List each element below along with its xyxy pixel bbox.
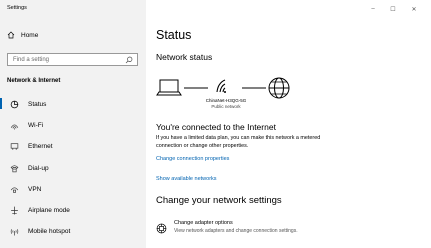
sidebar-item-wifi[interactable]: Wi-Fi xyxy=(0,115,146,135)
adapter-icon xyxy=(156,221,167,234)
sidebar-item-vpn[interactable]: VPN xyxy=(0,179,146,199)
sidebar-item-ethernet[interactable]: Ethernet xyxy=(0,136,146,156)
sidebar-item-mobile-hotspot[interactable]: Mobile hotspot xyxy=(0,221,146,241)
connected-description: If you have a limited data plan, you can… xyxy=(156,135,321,149)
network-name: ChinaNet-H3QG-5G xyxy=(205,98,247,103)
minimize-button[interactable]: – xyxy=(368,6,378,12)
sidebar-item-label: Mobile hotspot xyxy=(28,227,71,235)
vpn-icon xyxy=(10,185,19,194)
sidebar-item-label: VPN xyxy=(28,185,42,193)
home-nav-item[interactable]: Home xyxy=(7,31,38,39)
wifi-signal-icon xyxy=(216,79,226,93)
laptop-icon xyxy=(156,79,182,96)
adapter-description: View network adapters and change connect… xyxy=(174,228,298,234)
sidebar-item-airplane-mode[interactable]: Airplane mode xyxy=(0,200,146,220)
main-content: – ☐ ✕ Status Network status ChinaNet-H3Q… xyxy=(146,0,431,248)
sidebar-item-label: Airplane mode xyxy=(28,206,70,214)
section-title: Network & Internet xyxy=(7,78,61,84)
change-adapter-options[interactable]: Change adapter options View network adap… xyxy=(156,220,298,234)
sidebar-item-dialup[interactable]: Dial-up xyxy=(0,158,146,178)
page-title: Status xyxy=(156,28,192,42)
sidebar-item-label: Wi-Fi xyxy=(28,121,44,129)
app-title: Settings xyxy=(7,5,27,11)
wifi-icon xyxy=(10,121,19,130)
show-available-networks-link[interactable]: Show available networks xyxy=(156,176,217,182)
dialup-icon xyxy=(10,164,19,173)
search-icon[interactable] xyxy=(125,56,133,64)
home-label: Home xyxy=(21,31,39,39)
sidebar-item-label: Status xyxy=(28,100,47,108)
close-button[interactable]: ✕ xyxy=(409,6,419,13)
ethernet-icon xyxy=(10,142,19,151)
connected-heading: You're connected to the Internet xyxy=(156,122,276,132)
home-icon xyxy=(7,31,15,39)
search-placeholder: Find a setting xyxy=(13,56,50,63)
maximize-button[interactable]: ☐ xyxy=(388,6,398,13)
search-box[interactable]: Find a setting xyxy=(7,53,138,66)
airplane-icon xyxy=(10,206,19,215)
network-type: Public network xyxy=(211,104,241,109)
globe-icon xyxy=(268,77,290,99)
sidebar: Settings Home Find a setting Network & I… xyxy=(0,0,146,248)
network-status-heading: Network status xyxy=(156,52,213,62)
status-icon xyxy=(10,100,19,109)
sidebar-item-label: Dial-up xyxy=(28,164,49,172)
hotspot-icon xyxy=(10,227,19,236)
change-connection-properties-link[interactable]: Change connection properties xyxy=(156,156,229,162)
sidebar-item-label: Ethernet xyxy=(28,142,53,150)
change-settings-heading: Change your network settings xyxy=(156,195,282,206)
adapter-title: Change adapter options xyxy=(174,220,233,226)
sidebar-item-status[interactable]: Status xyxy=(0,94,146,114)
